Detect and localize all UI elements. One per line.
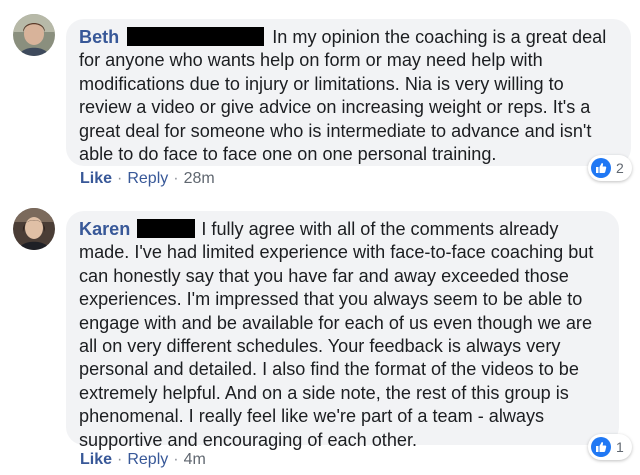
thumbs-up-icon <box>591 437 611 457</box>
reaction-count: 1 <box>616 439 624 455</box>
avatar-karen[interactable] <box>13 208 55 250</box>
author-name-link[interactable]: Karen <box>79 219 130 239</box>
reply-button[interactable]: Reply <box>127 451 168 468</box>
timestamp[interactable]: 4m <box>184 451 206 468</box>
comment-actions: Like · Reply · 4m <box>80 451 206 469</box>
comment-bubble: Karen I fully agree with all of the comm… <box>66 211 619 450</box>
comment-karen: Karen I fully agree with all of the comm… <box>0 0 640 475</box>
separator: · <box>173 451 179 468</box>
separator: · <box>117 451 123 468</box>
comment-text: I fully agree with all of the comments a… <box>79 219 594 450</box>
redacted-surname <box>137 219 196 238</box>
reaction-summary[interactable]: 1 <box>588 434 632 460</box>
like-button[interactable]: Like <box>80 451 112 468</box>
profile-photo-icon <box>13 208 55 250</box>
